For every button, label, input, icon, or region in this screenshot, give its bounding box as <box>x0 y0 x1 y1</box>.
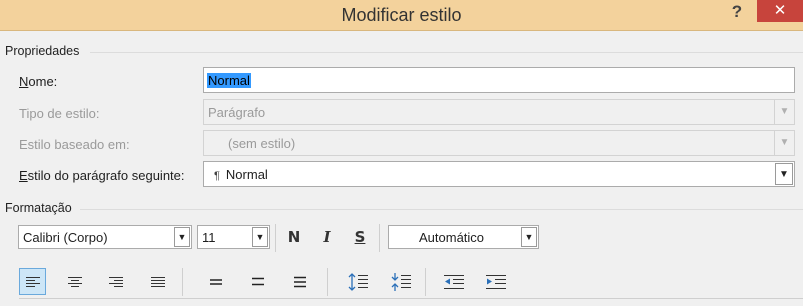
section-divider <box>80 209 803 210</box>
section-properties-label: Propriedades <box>5 44 80 58</box>
align-left-button[interactable] <box>19 268 46 295</box>
pilcrow-icon: ¶ <box>214 170 220 182</box>
increase-indent-icon <box>485 274 506 289</box>
decrease-indent-button[interactable] <box>440 268 467 295</box>
toolbar-separator <box>379 224 380 252</box>
toolbar-separator <box>182 268 183 296</box>
italic-button[interactable]: I <box>316 226 338 248</box>
decrease-paragraph-spacing-button[interactable] <box>387 268 414 295</box>
next-style-label: Estilo do parágrafo seguinte: <box>19 168 185 183</box>
toolbar-separator <box>275 224 276 252</box>
title-bar: Modificar estilo ? – ✕ <box>0 0 803 31</box>
chevron-down-icon[interactable]: ▼ <box>775 163 793 185</box>
double-spacing-button[interactable] <box>286 268 313 295</box>
help-icon[interactable]: ? <box>724 1 750 27</box>
toolbar-separator <box>425 268 426 296</box>
single-spacing-icon <box>209 278 222 285</box>
align-center-button[interactable] <box>61 268 88 295</box>
window-title: Modificar estilo <box>341 5 462 25</box>
chevron-down-icon: ▼ <box>774 131 794 155</box>
font-color-select[interactable]: Automático ▼ <box>388 225 539 249</box>
section-formatting-label: Formatação <box>5 201 72 215</box>
align-center-icon <box>67 276 82 287</box>
style-type-value: Parágrafo <box>208 105 266 120</box>
based-on-value: (sem estilo) <box>228 136 296 151</box>
increase-paragraph-spacing-button[interactable] <box>344 268 371 295</box>
chevron-down-icon: ▼ <box>521 227 537 247</box>
name-field[interactable]: Normal <box>203 67 795 93</box>
next-style-select[interactable]: ¶ Normal ▼ <box>203 161 795 187</box>
toolbar-separator <box>327 268 328 296</box>
underline-button[interactable]: S <box>349 226 371 248</box>
increase-paragraph-spacing-icon <box>348 272 368 291</box>
chevron-down-icon: ▼ <box>774 100 794 124</box>
font-name-value: Calibri (Corpo) <box>23 230 108 245</box>
decrease-paragraph-spacing-icon <box>391 272 411 291</box>
align-left-icon <box>25 276 40 287</box>
chevron-down-icon: ▼ <box>252 227 268 247</box>
font-size-select[interactable]: 11 ▼ <box>197 225 270 249</box>
font-color-value: Automático <box>419 230 485 245</box>
one-half-spacing-icon <box>251 277 264 286</box>
chevron-down-icon: ▼ <box>174 227 190 247</box>
next-style-value: Normal <box>225 167 268 182</box>
preview-top-border <box>19 298 803 299</box>
name-field-value: Normal <box>207 73 251 88</box>
bold-button[interactable]: N <box>283 226 305 248</box>
font-name-select[interactable]: Calibri (Corpo) ▼ <box>18 225 192 249</box>
one-half-spacing-button[interactable] <box>244 268 271 295</box>
justify-icon <box>150 276 165 287</box>
single-spacing-button[interactable] <box>202 268 229 295</box>
increase-indent-button[interactable] <box>482 268 509 295</box>
section-divider <box>90 52 803 53</box>
based-on-label: Estilo baseado em: <box>19 137 130 152</box>
close-button[interactable]: ✕ <box>757 0 803 22</box>
double-spacing-icon <box>293 276 306 287</box>
justify-button[interactable] <box>144 268 171 295</box>
font-size-value: 11 <box>202 230 216 245</box>
name-label: Nome: <box>19 74 58 89</box>
style-type-select[interactable]: Parágrafo ▼ <box>203 99 795 125</box>
style-type-label: Tipo de estilo: <box>19 106 100 121</box>
align-right-button[interactable] <box>102 268 129 295</box>
decrease-indent-icon <box>443 274 464 289</box>
align-right-icon <box>108 276 123 287</box>
based-on-select[interactable]: (sem estilo) ▼ <box>203 130 795 156</box>
